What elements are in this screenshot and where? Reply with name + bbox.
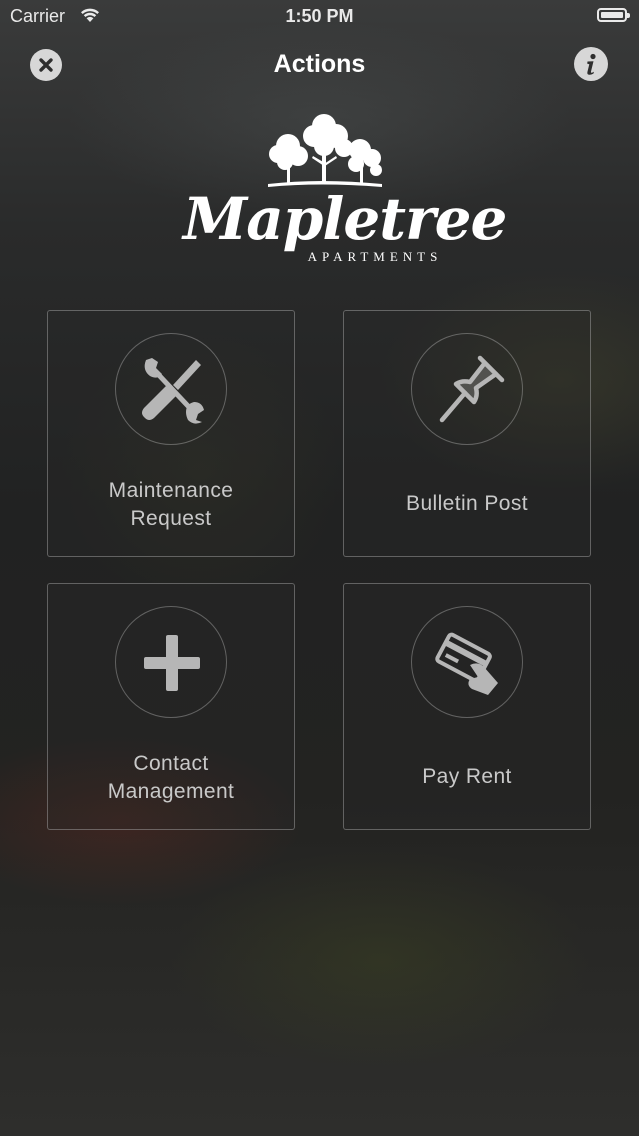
- icon-circle: [411, 333, 523, 445]
- tile-label-line: Maintenance: [108, 479, 234, 502]
- battery-full-icon: [597, 8, 630, 22]
- logo-subtitle: APARTMENTS: [307, 249, 443, 264]
- icon-circle: [115, 333, 227, 445]
- tile-label-line: Management: [107, 780, 235, 803]
- page-title: Actions: [273, 50, 366, 78]
- credit-card-icon: [435, 632, 498, 695]
- info-icon: [587, 53, 596, 75]
- tile-label-line: Bulletin Post: [406, 492, 528, 515]
- icon-circle: [115, 606, 227, 718]
- info-button[interactable]: [574, 47, 608, 81]
- contact-management-tile[interactable]: Contact Management: [47, 583, 295, 830]
- trees-icon: [268, 114, 382, 187]
- status-bar: Carrier 1:50 PM: [0, 0, 639, 34]
- actions-screen: Carrier 1:50 PM Actions Mapletree APARTM…: [0, 0, 639, 1136]
- maintenance-request-tile[interactable]: Maintenance Request: [47, 310, 295, 557]
- tools-icon: [142, 358, 204, 424]
- pushpin-icon: [439, 355, 505, 423]
- tile-label: Bulletin Post: [344, 490, 590, 518]
- tile-label-line: Pay Rent: [422, 765, 512, 788]
- tile-label-line: Contact: [133, 752, 209, 775]
- clock-time: 1:50 PM: [285, 6, 354, 26]
- tile-label: Pay Rent: [344, 763, 590, 791]
- plus-icon: [144, 635, 200, 691]
- tile-label: Maintenance Request: [48, 477, 294, 533]
- tile-label: Contact Management: [48, 750, 294, 806]
- bulletin-post-tile[interactable]: Bulletin Post: [343, 310, 591, 557]
- mapletree-logo: Mapletree APARTMENTS: [175, 110, 507, 270]
- icon-circle: [411, 606, 523, 718]
- tile-label-line: Request: [130, 507, 212, 530]
- logo-wordmark: Mapletree: [183, 185, 507, 253]
- pay-rent-tile[interactable]: Pay Rent: [343, 583, 591, 830]
